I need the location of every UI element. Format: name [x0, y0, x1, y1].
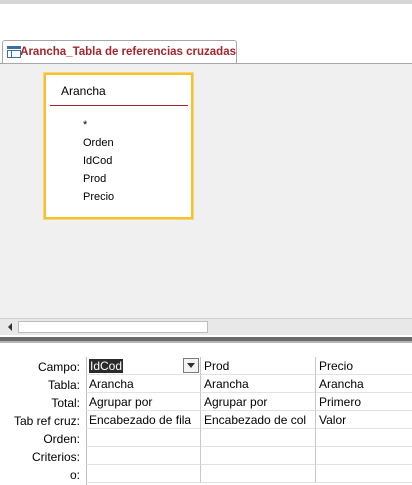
field-item-all[interactable]: *	[83, 119, 87, 131]
grid-cell-campo-1[interactable]: IdCod	[86, 357, 201, 375]
grid-cell-tabref-3[interactable]: Valor	[316, 411, 412, 429]
ribbon-edge	[0, 0, 412, 38]
field-list-divider	[50, 105, 188, 106]
row-label-total: Total:	[51, 396, 80, 410]
field-item-prod[interactable]: Prod	[83, 173, 106, 185]
crosstab-query-icon	[7, 46, 21, 58]
grid-cell-tabla-3[interactable]: Arancha	[316, 375, 412, 393]
field-list-title[interactable]: Arancha	[61, 84, 106, 98]
row-label-o: o:	[69, 468, 80, 482]
grid-cell-orden-1[interactable]	[86, 429, 201, 447]
grid-cell-total-2[interactable]: Agrupar por	[201, 393, 316, 411]
row-label-campo: Campo:	[37, 360, 80, 374]
query-design-grid: IdCod Arancha Agrupar por Encabezado de …	[86, 357, 412, 485]
grid-cell-tabla-1[interactable]: Arancha	[86, 375, 201, 393]
document-tabbar: Arancha_Tabla de referencias cruzadas	[0, 38, 412, 63]
grid-cell-o-2[interactable]	[201, 465, 316, 483]
query-design-grid-pane: Campo: Tabla: Total: Tab ref cruz: Orden…	[0, 343, 412, 485]
grid-cell-o-3[interactable]	[316, 465, 412, 483]
row-label-criterios: Criterios:	[31, 450, 80, 464]
row-label-tab-ref-cruz: Tab ref cruz:	[13, 414, 80, 428]
grid-cell-tabref-1[interactable]: Encabezado de fila	[86, 411, 201, 429]
grid-cell-total-3[interactable]: Primero	[316, 393, 412, 411]
field-item-precio[interactable]: Precio	[83, 191, 114, 203]
row-label-tabla: Tabla:	[47, 378, 80, 392]
field-item-idcod[interactable]: IdCod	[83, 155, 112, 167]
tab-crosstab-query[interactable]: Arancha_Tabla de referencias cruzadas	[2, 40, 237, 63]
grid-cell-tabla-2[interactable]: Arancha	[201, 375, 316, 393]
grid-cell-criterios-2[interactable]	[201, 447, 316, 465]
query-design-upper-pane[interactable]: Arancha * Orden IdCod Prod Precio	[0, 63, 412, 318]
grid-cell-criterios-1[interactable]	[86, 447, 201, 465]
field-dropdown-chevron-down-icon[interactable]	[183, 358, 199, 373]
field-item-orden[interactable]: Orden	[83, 137, 114, 149]
grid-cell-criterios-3[interactable]	[316, 447, 412, 465]
grid-cell-campo-2[interactable]: Prod	[201, 357, 316, 375]
grid-cell-orden-2[interactable]	[201, 429, 316, 447]
ribbon-border	[0, 0, 412, 4]
grid-cell-total-1[interactable]: Agrupar por	[86, 393, 201, 411]
grid-cell-tabref-2[interactable]: Encabezado de col	[201, 411, 316, 429]
scroll-left-arrow-icon[interactable]	[2, 320, 17, 334]
scrollbar-thumb[interactable]	[18, 321, 208, 333]
table-field-list[interactable]: Arancha * Orden IdCod Prod Precio	[44, 73, 193, 219]
horizontal-scrollbar[interactable]	[0, 318, 412, 335]
grid-cell-orden-3[interactable]	[316, 429, 412, 447]
grid-cell-o-1[interactable]	[86, 465, 201, 483]
grid-cell-campo-3[interactable]: Precio	[316, 357, 412, 375]
tab-label: Arancha_Tabla de referencias cruzadas	[20, 46, 236, 58]
selected-field-text[interactable]: IdCod	[89, 359, 124, 373]
row-label-orden: Orden:	[43, 432, 80, 446]
